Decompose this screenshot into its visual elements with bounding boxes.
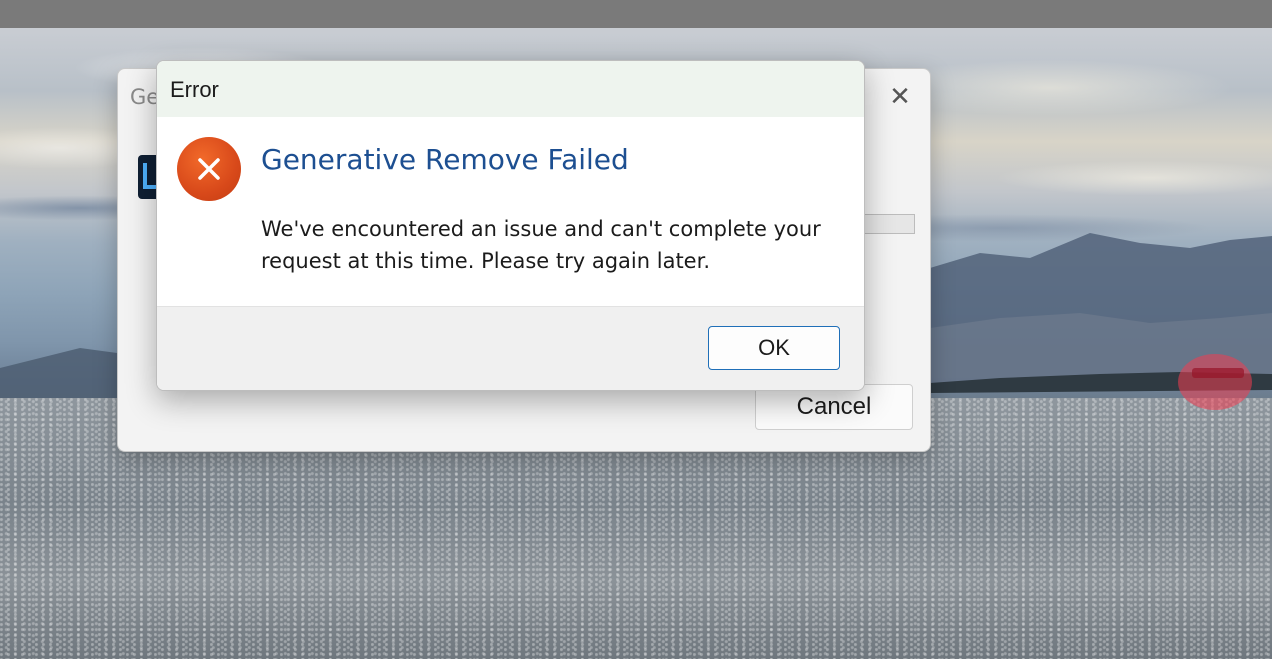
error-dialog: Error Generative Remove Failed We've enc… — [156, 60, 865, 391]
error-message: We've encountered an issue and can't com… — [261, 217, 821, 273]
boat-silhouette — [1192, 368, 1244, 378]
red-highlight-mark — [1178, 354, 1252, 410]
error-titlebar: Error — [157, 61, 864, 117]
top-bar — [0, 0, 1272, 28]
error-footer: OK — [157, 306, 864, 390]
error-dialog-title: Error — [170, 77, 219, 102]
ok-button[interactable]: OK — [708, 326, 840, 370]
close-icon[interactable]: ✕ — [878, 79, 922, 115]
error-icon — [177, 137, 241, 201]
close-glyph: ✕ — [889, 82, 911, 112]
error-heading: Generative Remove Failed — [261, 143, 629, 176]
progress-bar — [863, 214, 915, 234]
progress-dialog-title: Ge — [130, 85, 160, 109]
